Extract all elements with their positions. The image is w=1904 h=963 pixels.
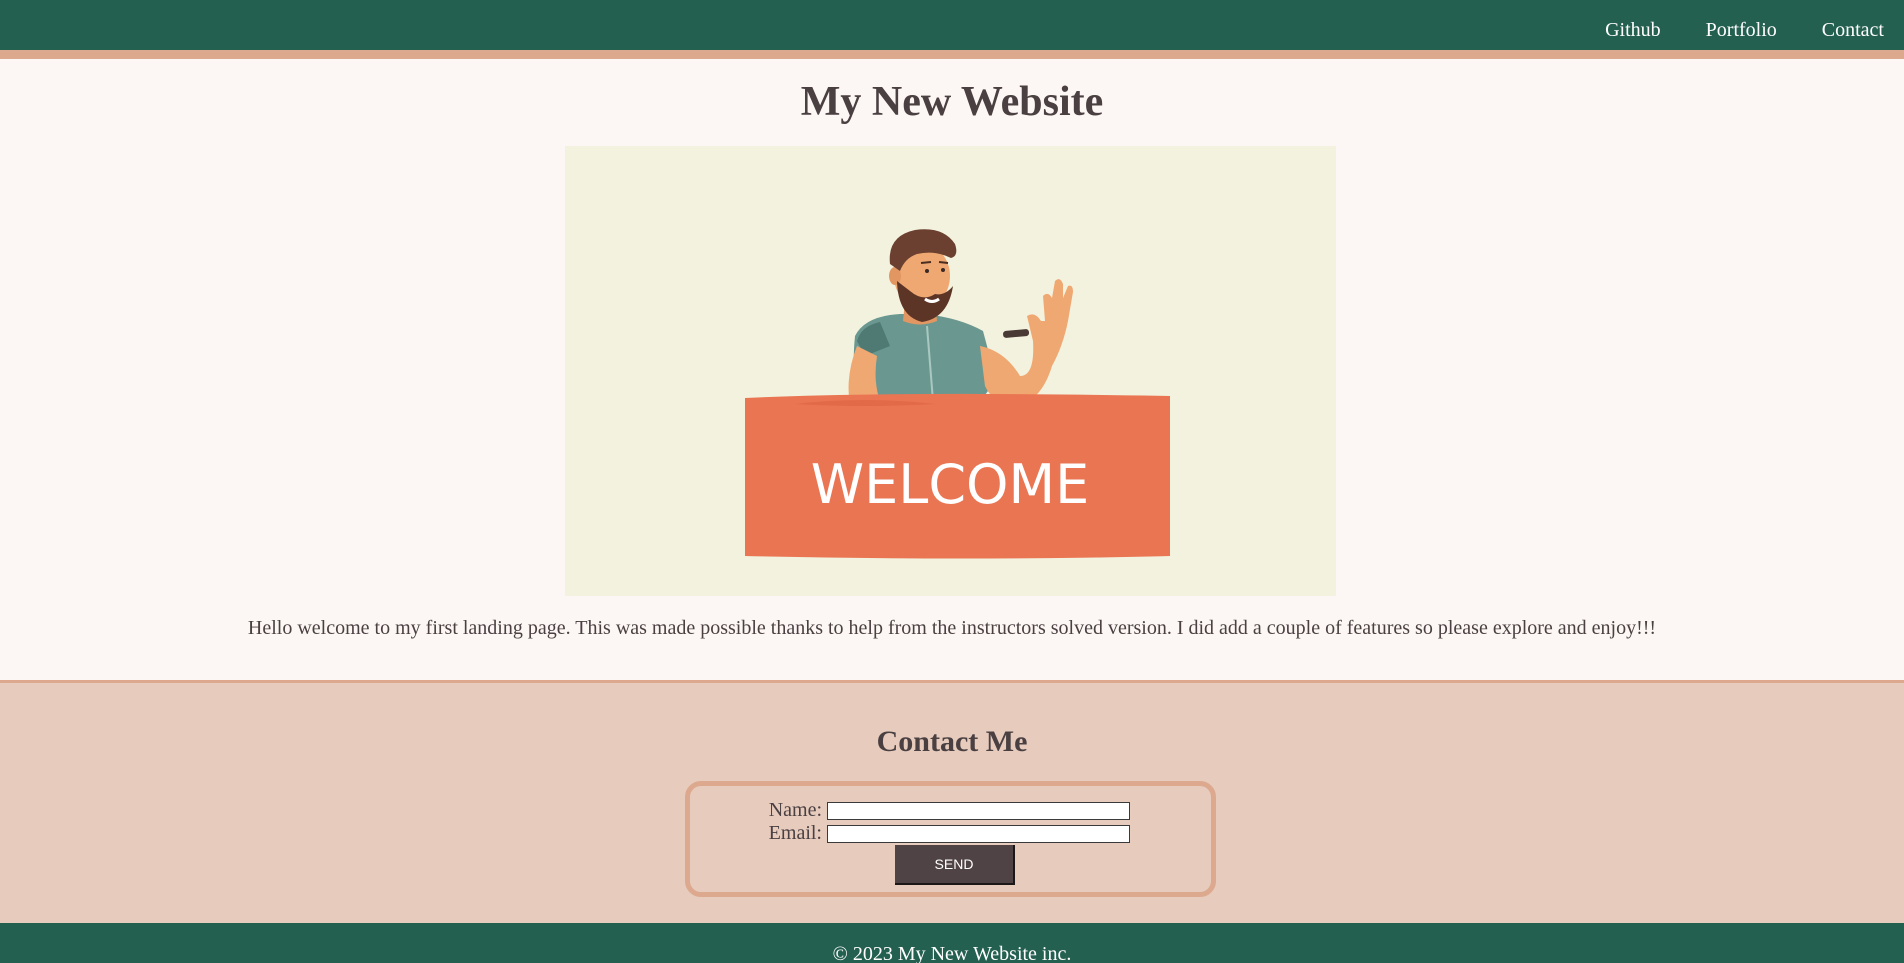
- name-label: Name:: [768, 799, 822, 821]
- welcome-illustration: WELCOME: [565, 146, 1336, 596]
- send-button[interactable]: SEND: [895, 845, 1015, 885]
- nav-link-github[interactable]: Github: [1605, 19, 1661, 42]
- name-row: Name:: [766, 799, 1130, 822]
- waving-man-illustration: WELCOME: [745, 229, 1170, 559]
- email-row: Email:: [766, 822, 1130, 845]
- contact-section: Contact Me Name: Email: SEND: [0, 680, 1904, 923]
- nav-link-portfolio[interactable]: Portfolio: [1706, 19, 1777, 42]
- email-input[interactable]: [827, 824, 1130, 843]
- contact-title: Contact Me: [876, 725, 1028, 758]
- welcome-banner-text: WELCOME: [811, 453, 1090, 516]
- footer-copyright: © 2023 My New Website inc.: [832, 943, 1072, 963]
- page-title: My New Website: [800, 79, 1104, 125]
- intro-text: Hello welcome to my first landing page. …: [247, 617, 1657, 639]
- contact-form: Name: Email: SEND: [685, 781, 1216, 897]
- top-nav-bar: Github Portfolio Contact: [0, 0, 1904, 59]
- main-nav: Github Portfolio Contact: [1605, 19, 1884, 42]
- footer: © 2023 My New Website inc.: [0, 923, 1904, 963]
- name-input[interactable]: [827, 801, 1130, 820]
- nav-link-contact[interactable]: Contact: [1822, 19, 1884, 42]
- email-label: Email:: [768, 822, 822, 844]
